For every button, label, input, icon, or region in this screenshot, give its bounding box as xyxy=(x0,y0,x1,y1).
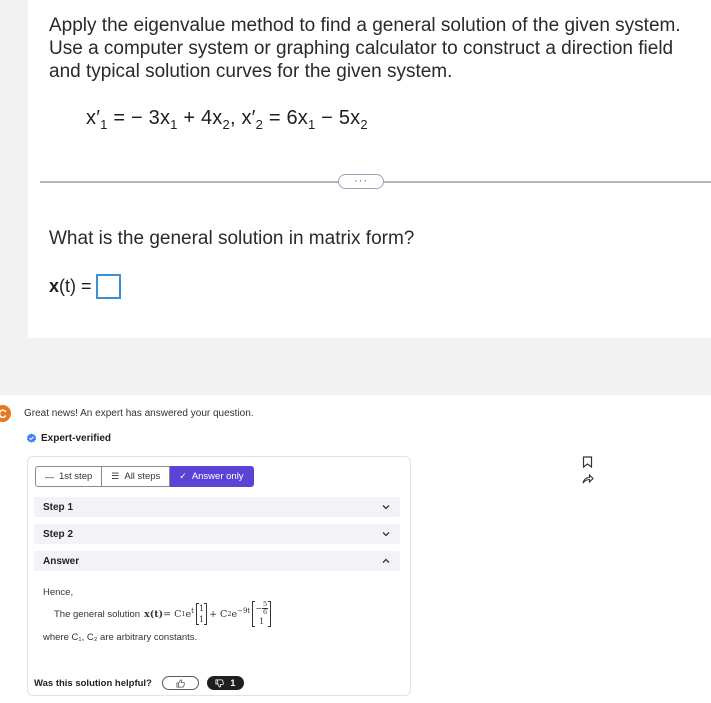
dash-icon: — xyxy=(45,471,54,482)
helpful-label: Was this solution helpful? xyxy=(34,677,152,689)
chevron-down-icon xyxy=(382,505,390,510)
answer-step-row[interactable]: Answer xyxy=(34,551,400,571)
eigenvector-1: 11 xyxy=(195,603,208,625)
solution-card: — 1st step ☰ All steps ✓ Answer only Ste… xyxy=(27,456,411,696)
general-solution: The general solution x(t) = C1et 11 + C2… xyxy=(54,601,273,627)
chevron-down-icon xyxy=(382,532,390,537)
solution-formula: x(t) = C1et 11 + C 2 e −9t −5 6 1 xyxy=(144,601,273,627)
view-mode-tabs: — 1st step ☰ All steps ✓ Answer only xyxy=(35,466,254,487)
answer-input[interactable] xyxy=(95,274,121,299)
side-actions xyxy=(582,456,594,484)
eigenvector-2: −5 6 1 xyxy=(252,601,272,627)
feedback-row: Was this solution helpful? 1 xyxy=(34,676,244,690)
system-equation: x′1 = − 3x1 + 4x2, x′2 = 6x1 − 5x2 xyxy=(86,107,368,132)
step-1-row[interactable]: Step 1 xyxy=(34,497,400,517)
answer-label: (t) = xyxy=(59,276,92,296)
answered-notice: Great news! An expert has answered your … xyxy=(24,408,254,419)
expert-verified-label: Expert-verified xyxy=(41,433,112,444)
tab-first-step[interactable]: — 1st step xyxy=(35,466,103,487)
dislike-count: 1 xyxy=(230,678,236,688)
expert-verified-badge: Expert-verified xyxy=(26,433,111,444)
like-button[interactable] xyxy=(161,676,199,690)
thumbs-up-icon xyxy=(176,678,185,688)
constants-note: where C₁, C₂ are arbitrary constants. xyxy=(43,632,198,643)
more-options-button[interactable]: ··· xyxy=(338,174,384,189)
tab-answer-only[interactable]: ✓ Answer only xyxy=(170,466,254,487)
sub-question: What is the general solution in matrix f… xyxy=(49,228,415,249)
chevron-up-icon xyxy=(382,558,390,563)
thumbs-down-icon xyxy=(215,678,225,688)
dislike-button[interactable]: 1 xyxy=(206,676,244,690)
answer-row: x (t) = xyxy=(49,274,121,299)
list-icon: ☰ xyxy=(111,471,120,481)
verified-badge-icon xyxy=(26,433,37,443)
share-icon[interactable] xyxy=(582,473,594,484)
check-icon: ✓ xyxy=(179,471,187,481)
answer-label-vector: x xyxy=(49,276,60,296)
answer-intro: Hence, xyxy=(43,587,74,598)
chegg-logo-icon: C xyxy=(0,405,11,422)
tab-all-steps[interactable]: ☰ All steps xyxy=(102,466,171,487)
step-2-row[interactable]: Step 2 xyxy=(34,524,400,544)
bookmark-icon[interactable] xyxy=(582,456,593,468)
question-text: Apply the eigenvalue method to find a ge… xyxy=(49,15,681,82)
